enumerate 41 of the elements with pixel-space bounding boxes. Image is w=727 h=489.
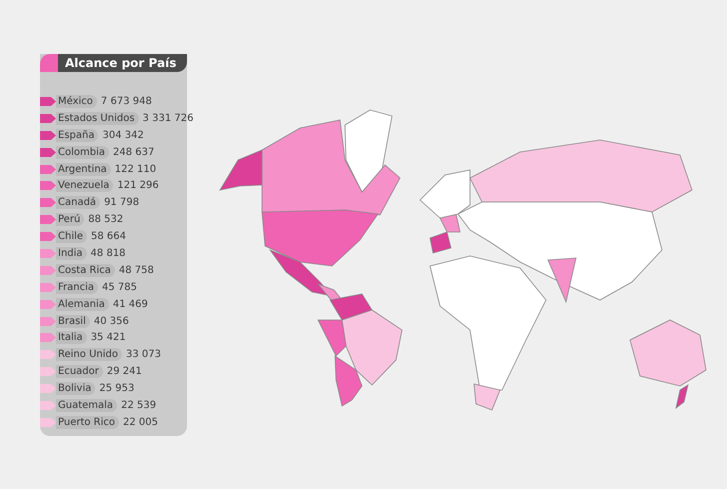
country-name: Costa Rica xyxy=(56,264,115,277)
reach-count: 29 241 xyxy=(106,366,142,378)
country-name: México xyxy=(56,94,97,108)
country-name: Puerto Rico xyxy=(56,416,120,429)
reach-count: 122 110 xyxy=(114,164,156,174)
reach-count: 22 005 xyxy=(123,416,158,428)
country-name: Estados Unidos xyxy=(56,112,139,125)
country-name: Francia xyxy=(56,280,98,294)
reach-count: 25 953 xyxy=(99,383,134,394)
reach-count: 48 818 xyxy=(90,248,126,259)
reach-count: 3 331 726 xyxy=(142,112,194,124)
country-name: Chile xyxy=(56,230,88,244)
legend-title: Alcance por País xyxy=(58,54,187,72)
country-name: Reino Unido xyxy=(56,348,122,362)
reach-count: 121 296 xyxy=(117,180,159,192)
country-name: India xyxy=(56,246,87,260)
country-name: Canadá xyxy=(56,196,100,210)
reach-count: 33 073 xyxy=(126,349,161,360)
reach-count: 7 673 948 xyxy=(100,96,152,107)
reach-count: 45 785 xyxy=(102,282,138,293)
reach-count: 22 539 xyxy=(121,400,156,411)
reach-count: 304 342 xyxy=(102,130,144,141)
country-name: Bolivia xyxy=(56,382,96,396)
country-name: Venezuela xyxy=(56,179,114,192)
reach-count: 40 356 xyxy=(94,316,129,327)
reach-count: 35 421 xyxy=(90,332,126,344)
country-name: Argentina xyxy=(56,162,111,176)
reach-count: 248 637 xyxy=(113,146,154,158)
country-name: Ecuador xyxy=(56,365,103,378)
reach-count: 91 798 xyxy=(104,197,140,208)
reach-count: 48 758 xyxy=(118,264,154,276)
country-name: Colombia xyxy=(56,146,109,159)
country-name: Brasil xyxy=(56,314,90,328)
country-name: Italia xyxy=(56,331,87,344)
country-name: Alemania xyxy=(56,298,109,311)
country-name: España xyxy=(56,128,98,142)
reach-count: 41 469 xyxy=(112,298,148,310)
reach-count: 88 532 xyxy=(88,214,124,226)
reach-count: 58 664 xyxy=(91,231,126,242)
country-name: Perú xyxy=(56,213,84,226)
country-name: Guatemala xyxy=(56,398,118,412)
